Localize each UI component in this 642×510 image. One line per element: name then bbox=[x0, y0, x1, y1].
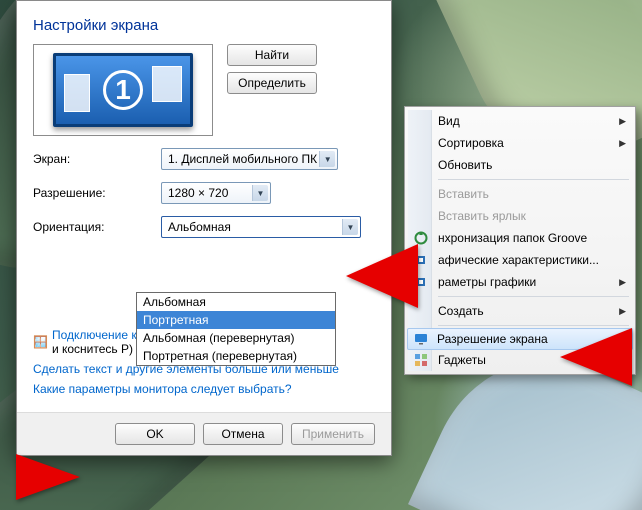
monitor-help-link[interactable]: Какие параметры монитора следует выбрать… bbox=[33, 382, 375, 396]
annotation-arrow-icon bbox=[14, 448, 84, 506]
menu-graphics-params[interactable]: раметры графики ▶ bbox=[408, 271, 632, 293]
ok-button[interactable]: OK bbox=[115, 423, 195, 445]
monitor-number: 1 bbox=[103, 70, 143, 110]
menu-groove-sync[interactable]: нхронизация папок Groove bbox=[408, 227, 632, 249]
annotation-arrow-icon bbox=[340, 236, 420, 316]
submenu-arrow-icon: ▶ bbox=[619, 116, 626, 127]
display-settings-dialog: Настройки экрана 1 Найти Определить Экра… bbox=[16, 0, 392, 456]
menu-new[interactable]: Создать ▶ bbox=[408, 300, 632, 322]
chevron-down-icon: ▼ bbox=[319, 151, 335, 167]
resolution-label: Разрешение: bbox=[33, 186, 153, 200]
gadgets-icon bbox=[414, 353, 428, 367]
dialog-title: Настройки экрана bbox=[33, 17, 375, 34]
orientation-option[interactable]: Альбомная (перевернутая) bbox=[137, 329, 335, 347]
cancel-button[interactable]: Отмена bbox=[203, 423, 283, 445]
resolution-select[interactable]: 1280 × 720 ▼ bbox=[161, 182, 271, 204]
orientation-label: Ориентация: bbox=[33, 220, 153, 234]
screen-label: Экран: bbox=[33, 152, 153, 166]
find-button[interactable]: Найти bbox=[227, 44, 317, 66]
menu-refresh[interactable]: Обновить bbox=[408, 154, 632, 176]
menu-paste-shortcut: Вставить ярлык bbox=[408, 205, 632, 227]
identify-button[interactable]: Определить bbox=[227, 72, 317, 94]
screen-select[interactable]: 1. Дисплей мобильного ПК ▼ bbox=[161, 148, 338, 170]
apply-button[interactable]: Применить bbox=[291, 423, 375, 445]
chevron-down-icon: ▼ bbox=[342, 219, 358, 235]
annotation-arrow-icon bbox=[554, 322, 634, 392]
menu-graphics-properties[interactable]: афические характеристики... bbox=[408, 249, 632, 271]
orientation-option[interactable]: Альбомная bbox=[137, 293, 335, 311]
orientation-dropdown-list: Альбомная Портретная Альбомная (переверн… bbox=[136, 292, 336, 366]
orientation-select[interactable]: Альбомная ▼ bbox=[161, 216, 361, 238]
submenu-arrow-icon: ▶ bbox=[619, 277, 626, 288]
orientation-option[interactable]: Портретная (перевернутая) bbox=[137, 347, 335, 365]
menu-paste: Вставить bbox=[408, 183, 632, 205]
menu-view[interactable]: Вид ▶ bbox=[408, 110, 632, 132]
monitor-thumbnail[interactable]: 1 bbox=[53, 53, 193, 127]
submenu-arrow-icon: ▶ bbox=[619, 138, 626, 149]
menu-sort[interactable]: Сортировка ▶ bbox=[408, 132, 632, 154]
monitor-icon bbox=[414, 332, 428, 346]
monitor-preview-box: 1 bbox=[33, 44, 213, 136]
chevron-down-icon: ▼ bbox=[252, 185, 268, 201]
orientation-option[interactable]: Портретная bbox=[137, 311, 335, 329]
submenu-arrow-icon: ▶ bbox=[619, 306, 626, 317]
